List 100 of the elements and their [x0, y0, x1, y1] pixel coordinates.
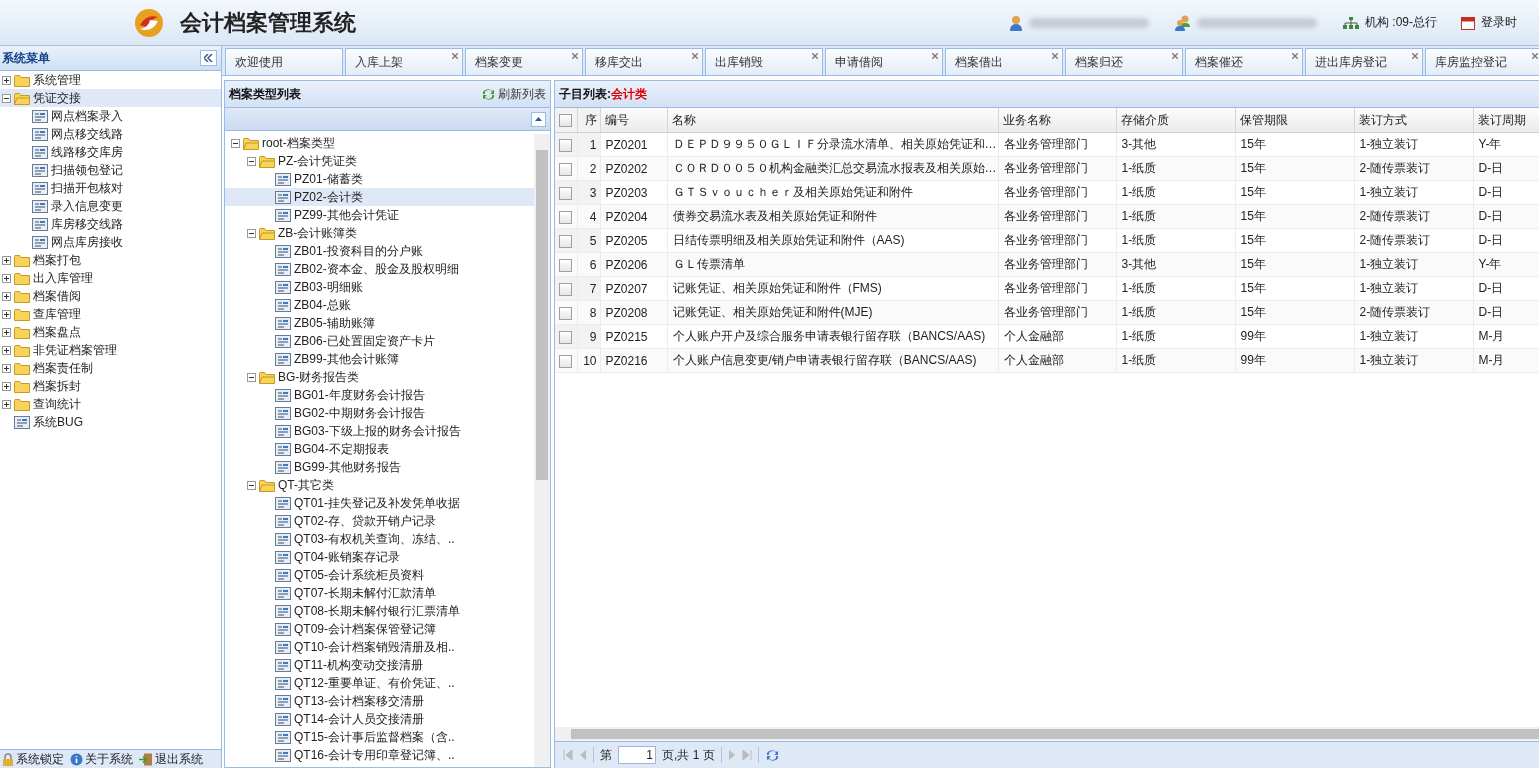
tree-item[interactable]: ZB99-其他会计账簿 — [225, 350, 534, 368]
tree-item[interactable]: ZB03-明细账 — [225, 278, 534, 296]
close-icon[interactable] — [1172, 53, 1178, 59]
close-icon[interactable] — [812, 53, 818, 59]
tree-item[interactable]: QT10-会计档案销毁清册及相.. — [225, 638, 534, 656]
tree-item[interactable]: QT08-长期未解付银行汇票清单 — [225, 602, 534, 620]
menu-item[interactable]: 档案责任制 — [0, 359, 221, 377]
menu-item[interactable]: 录入信息变更 — [0, 197, 221, 215]
row-checkbox[interactable] — [559, 186, 572, 200]
expander-icon[interactable] — [2, 309, 11, 319]
tree-item[interactable]: BG99-其他财务报告 — [225, 458, 534, 476]
tree-item[interactable]: BG03-下级上报的财务会计报告 — [225, 422, 534, 440]
tree-item[interactable]: QT09-会计档案保管登记簿 — [225, 620, 534, 638]
close-icon[interactable] — [692, 53, 698, 59]
tree-item[interactable]: QT05-会计系统柜员资料 — [225, 566, 534, 584]
tree-item[interactable]: PZ-会计凭证类 — [225, 152, 534, 170]
menu-item[interactable]: 非凭证档案管理 — [0, 341, 221, 359]
expander-icon[interactable] — [2, 291, 11, 301]
select-all-checkbox[interactable] — [559, 114, 572, 128]
menu-item[interactable]: 出入库管理 — [0, 269, 221, 287]
column-header[interactable]: 名称 — [667, 108, 998, 133]
collapse-button[interactable] — [200, 50, 217, 66]
tree-item[interactable]: PZ01-储蓄类 — [225, 170, 534, 188]
tree-item[interactable]: BG04-不定期报表 — [225, 440, 534, 458]
footer-link[interactable]: 关于系统 — [70, 750, 133, 768]
column-header[interactable]: 存储介质 — [1116, 108, 1235, 133]
tree-item[interactable]: PZ02-会计类 — [225, 188, 534, 206]
menu-item[interactable]: 系统管理 — [0, 71, 221, 89]
tree-item[interactable]: BG02-中期财务会计报告 — [225, 404, 534, 422]
menu-item[interactable]: 扫描领包登记 — [0, 161, 221, 179]
tab[interactable]: 申请借阅 — [825, 48, 943, 75]
expander-icon[interactable] — [247, 480, 256, 490]
expander-icon[interactable] — [247, 228, 256, 238]
tab[interactable]: 进出库房登记 — [1305, 48, 1423, 75]
expander-icon[interactable] — [247, 372, 256, 382]
expander-icon[interactable] — [2, 381, 11, 391]
tab[interactable]: 库房监控登记 — [1425, 48, 1539, 75]
expander-icon[interactable] — [2, 345, 11, 355]
row-checkbox[interactable] — [559, 210, 572, 224]
scrollbar[interactable] — [534, 134, 550, 767]
expander-icon[interactable] — [2, 363, 11, 373]
expander-icon[interactable] — [231, 138, 240, 148]
close-icon[interactable] — [1052, 53, 1058, 59]
menu-item[interactable]: 网点库房接收 — [0, 233, 221, 251]
expander-icon[interactable] — [247, 156, 256, 166]
menu-item[interactable]: 查库管理 — [0, 305, 221, 323]
tab[interactable]: 档案借出 — [945, 48, 1063, 75]
row-checkbox[interactable] — [559, 330, 572, 344]
row-checkbox[interactable] — [559, 234, 572, 248]
column-header[interactable]: 装订方式 — [1354, 108, 1473, 133]
expander-icon[interactable] — [2, 399, 11, 409]
column-header[interactable]: 编号 — [600, 108, 667, 133]
row-checkbox[interactable] — [559, 306, 572, 320]
menu-item[interactable]: 网点档案录入 — [0, 107, 221, 125]
tree-item[interactable]: BG-财务报告类 — [225, 368, 534, 386]
menu-item[interactable]: 线路移交库房 — [0, 143, 221, 161]
close-icon[interactable] — [452, 53, 458, 59]
tree-item[interactable]: ZB05-辅助账簿 — [225, 314, 534, 332]
footer-link[interactable]: 退出系统 — [139, 750, 203, 768]
close-icon[interactable] — [932, 53, 938, 59]
tree-item[interactable]: ZB04-总账 — [225, 296, 534, 314]
row-checkbox[interactable] — [559, 258, 572, 272]
tab[interactable]: 入库上架 — [345, 48, 463, 75]
tree-item[interactable]: QT14-会计人员交接清册 — [225, 710, 534, 728]
column-header[interactable]: 序 — [577, 108, 600, 133]
menu-item[interactable]: 网点移交线路 — [0, 125, 221, 143]
menu-item[interactable]: 档案拆封 — [0, 377, 221, 395]
expander-icon[interactable] — [2, 75, 11, 85]
menu-item[interactable]: 档案借阅 — [0, 287, 221, 305]
refresh-icon[interactable] — [764, 748, 780, 762]
tree-item[interactable]: ZB06-已处置固定资产卡片 — [225, 332, 534, 350]
menu-item[interactable]: 系统BUG — [0, 413, 221, 431]
tab[interactable]: 档案催还 — [1185, 48, 1303, 75]
tree-item[interactable]: QT12-重要单证、有价凭证、.. — [225, 674, 534, 692]
tab[interactable]: 档案变更 — [465, 48, 583, 75]
row-checkbox[interactable] — [559, 162, 572, 176]
tree-item[interactable]: QT15-会计事后监督档案（含.. — [225, 728, 534, 746]
tree-item[interactable]: PZ99-其他会计凭证 — [225, 206, 534, 224]
tree-item[interactable]: QT02-存、贷款开销户记录 — [225, 512, 534, 530]
close-icon[interactable] — [572, 53, 578, 59]
menu-item[interactable]: 扫描开包核对 — [0, 179, 221, 197]
expander-icon[interactable] — [2, 327, 11, 337]
menu-item[interactable]: 库房移交线路 — [0, 215, 221, 233]
tab[interactable]: 档案归还 — [1065, 48, 1183, 75]
tab[interactable]: 移库交出 — [585, 48, 703, 75]
tree-item[interactable]: QT16-会计专用印章登记簿、.. — [225, 746, 534, 764]
tree-item[interactable]: QT-其它类 — [225, 476, 534, 494]
row-checkbox[interactable] — [559, 354, 572, 368]
tree-item[interactable]: QT07-长期未解付汇款清单 — [225, 584, 534, 602]
tab[interactable]: 出库销毁 — [705, 48, 823, 75]
footer-link[interactable]: 系统锁定 — [2, 750, 64, 768]
row-checkbox[interactable] — [559, 138, 572, 152]
column-header[interactable]: 装订周期 — [1473, 108, 1539, 133]
page-number-field[interactable]: 1 — [618, 746, 656, 764]
row-checkbox[interactable] — [559, 282, 572, 296]
expander-icon[interactable] — [2, 273, 11, 283]
refresh-button[interactable]: 刷新列表 — [481, 85, 546, 103]
tree-item[interactable]: QT03-有权机关查询、冻结、.. — [225, 530, 534, 548]
tab[interactable]: 欢迎使用 — [225, 48, 343, 75]
tree-item[interactable]: QT04-账销案存记录 — [225, 548, 534, 566]
